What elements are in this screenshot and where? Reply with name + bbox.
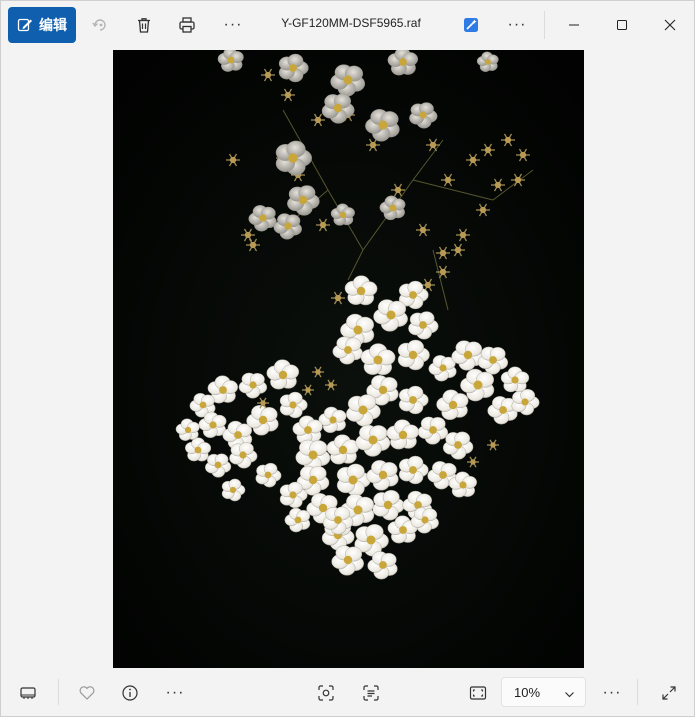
filmstrip-icon[interactable] <box>16 681 40 705</box>
edit-button[interactable]: 编辑 <box>8 7 76 43</box>
zoom-select[interactable]: 10% <box>501 677 586 707</box>
fit-window-icon[interactable] <box>466 681 490 705</box>
edit-icon <box>17 17 33 33</box>
fullscreen-icon[interactable] <box>657 681 681 705</box>
toolbar-divider <box>544 11 545 39</box>
flower-blossom <box>387 50 418 76</box>
bottom-toolbar: ··· 10% ··· <box>1 669 694 716</box>
minimize-icon[interactable] <box>562 13 586 37</box>
maximize-icon[interactable] <box>610 13 634 37</box>
visual-search-icon[interactable] <box>314 681 338 705</box>
more-options-icon[interactable]: ··· <box>219 13 247 37</box>
file-title: Y-GF120MM-DSF5965.raf <box>281 16 421 30</box>
photo-of-white-spirea-flowers <box>113 50 584 668</box>
more-options-icon-2[interactable]: ··· <box>503 13 531 37</box>
photo-viewer-image[interactable] <box>113 50 584 668</box>
rotate-icon[interactable] <box>88 13 112 37</box>
more-options-icon-bottom[interactable]: ··· <box>161 681 189 705</box>
close-icon[interactable] <box>658 13 682 37</box>
chevron-down-icon <box>564 687 575 705</box>
favorite-icon[interactable] <box>75 681 99 705</box>
info-icon[interactable] <box>118 681 142 705</box>
bottom-divider-1 <box>58 679 59 705</box>
print-icon[interactable] <box>175 13 199 37</box>
delete-icon[interactable] <box>132 13 156 37</box>
text-scan-icon[interactable] <box>359 681 383 705</box>
zoom-value: 10% <box>514 685 541 700</box>
more-options-icon-bottom-2[interactable]: ··· <box>598 681 626 705</box>
bottom-divider-2 <box>637 679 638 705</box>
ai-edit-icon[interactable] <box>459 13 483 37</box>
photos-app-window: 编辑 ··· Y-GF120MM-DSF5965.raf ··· ··· 10%… <box>0 0 695 717</box>
edit-button-label: 编辑 <box>39 17 67 33</box>
top-toolbar: 编辑 ··· Y-GF120MM-DSF5965.raf ··· <box>1 1 694 49</box>
